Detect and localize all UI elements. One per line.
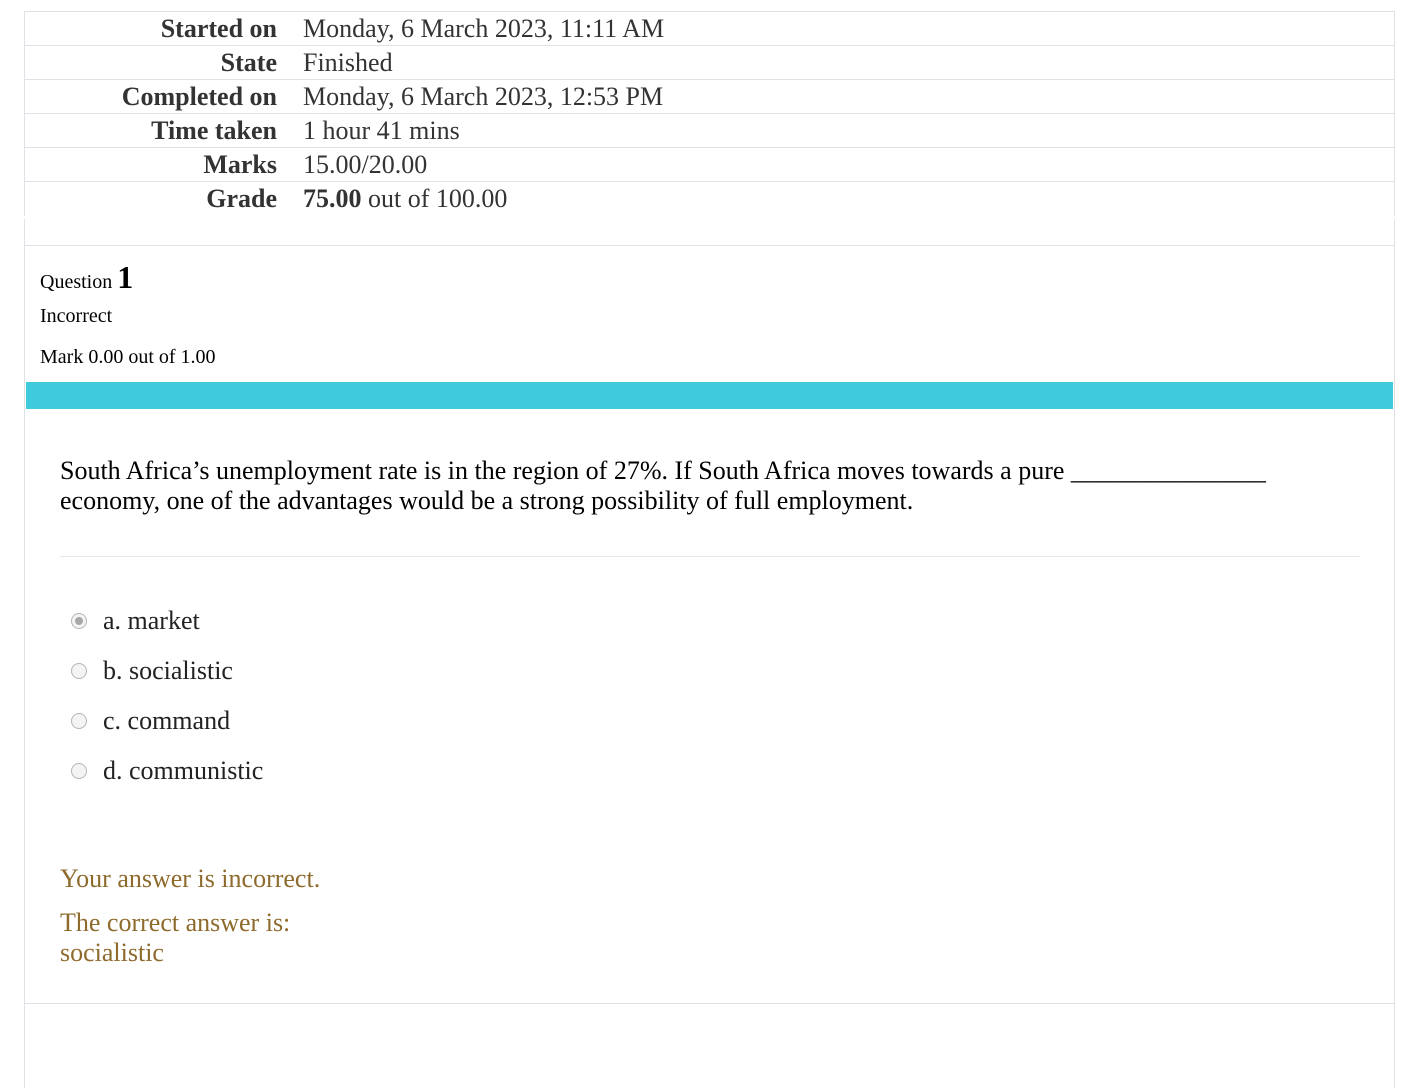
grade-out-of: out of 100.00 [361,184,508,213]
question-number: Question 1 [40,258,216,301]
summary-row-completed: Completed on Monday, 6 March 2023, 12:53… [25,80,1394,114]
feedback-correct-intro: The correct answer is: [60,908,291,937]
question-accent-bar [26,382,1393,409]
answer-option-c[interactable]: c. command [71,696,263,746]
summary-row-marks: Marks 15.00/20.00 [25,148,1394,182]
summary-row-started: Started on Monday, 6 March 2023, 11:11 A… [25,12,1394,46]
answer-label: c. command [103,706,231,735]
question-grade: Mark 0.00 out of 1.00 [40,346,216,368]
summary-spacer [24,219,1395,245]
summary-value: Monday, 6 March 2023, 11:11 AM [303,13,665,43]
answer-label: a. market [103,606,200,635]
question-state: Incorrect [40,305,113,327]
next-question-block [24,1004,1395,1088]
summary-row-state: State Finished [25,46,1394,80]
answer-label: b. socialistic [103,656,233,685]
feedback-incorrect: Your answer is incorrect. [60,864,321,893]
summary-row-grade: Grade 75.00 out of 100.00 [25,182,1394,216]
summary-label: Marks [203,149,277,179]
question-text: South Africa’s unemployment rate is in t… [60,456,1266,515]
question-info: Question 1 Incorrect Mark 0.00 out of 1.… [40,258,216,369]
answer-option-d[interactable]: d. communistic [71,746,263,796]
radio-selected-icon[interactable] [71,613,87,629]
question-divider [60,556,1360,557]
summary-label: Time taken [151,115,277,145]
question-prefix: Question [40,271,118,293]
question-number-value: 1 [117,259,134,295]
question-block: Question 1 Incorrect Mark 0.00 out of 1.… [24,245,1395,1004]
summary-label: Grade [206,184,277,213]
attempt-summary-table: Started on Monday, 6 March 2023, 11:11 A… [24,11,1395,216]
summary-value: 1 hour 41 mins [303,115,460,145]
summary-value: 75.00 out of 100.00 [303,184,507,214]
summary-value: 15.00/20.00 [303,149,428,179]
radio-icon[interactable] [71,763,87,779]
answer-option-b[interactable]: b. socialistic [71,646,263,696]
summary-row-time-taken: Time taken 1 hour 41 mins [25,114,1394,148]
radio-icon[interactable] [71,663,87,679]
answer-feedback: Your answer is incorrect. The correct an… [60,864,320,968]
answer-label: d. communistic [103,756,264,785]
answer-option-a[interactable]: a. market [71,596,263,646]
radio-icon[interactable] [71,713,87,729]
summary-value: Finished [303,47,393,77]
grade-value: 75.00 [303,184,362,213]
summary-label: Started on [160,13,277,43]
answer-list: a. market b. socialistic c. command d. c… [71,596,263,796]
quiz-review-page: Started on Monday, 6 March 2023, 11:11 A… [0,0,1408,1088]
summary-value: Monday, 6 March 2023, 12:53 PM [303,81,664,111]
summary-label: Completed on [121,81,277,111]
summary-label: State [220,47,277,77]
feedback-correct-answer: socialistic [60,938,164,967]
